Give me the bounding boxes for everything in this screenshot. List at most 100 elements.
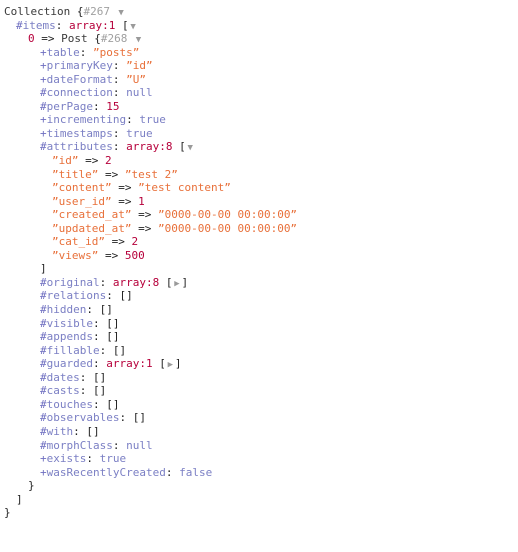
colon: : bbox=[79, 45, 87, 59]
colon: : bbox=[112, 126, 120, 140]
property-value: [] bbox=[93, 370, 107, 384]
open-brace: { bbox=[94, 32, 101, 46]
attributes-property-line: #attributes: array:8 [▼ bbox=[0, 140, 518, 154]
property-sigil: + bbox=[40, 113, 47, 127]
property-sigil: # bbox=[40, 330, 47, 344]
property-value: [] bbox=[112, 343, 127, 357]
colon: : bbox=[99, 275, 107, 289]
colon: : bbox=[86, 452, 93, 466]
open-bracket: [ bbox=[159, 357, 166, 371]
property-name: table bbox=[46, 45, 80, 59]
property-name: dateFormat bbox=[46, 72, 113, 86]
property-name: appends bbox=[46, 330, 93, 344]
property-value: true bbox=[99, 452, 127, 466]
property-sigil: + bbox=[40, 126, 47, 140]
post-object-id: #268 bbox=[100, 32, 128, 46]
property-name: relations bbox=[46, 289, 107, 303]
property-value: false bbox=[179, 465, 213, 479]
open-bracket: [ bbox=[165, 275, 173, 289]
post-object-line: 0 => Post {#268 ▼ bbox=[0, 32, 518, 46]
property-sigil: # bbox=[16, 18, 23, 32]
colon: : bbox=[79, 384, 87, 398]
attribute-value: ”test 2” bbox=[124, 167, 178, 181]
array-type: array:8 bbox=[112, 275, 160, 289]
property-value: [] bbox=[106, 316, 120, 330]
property-sigil: # bbox=[40, 370, 47, 384]
property-value: [] bbox=[119, 289, 133, 303]
property-line: #observables: [] bbox=[0, 411, 518, 425]
var-dump-output: Collection {#267 ▼ #items: array:1 [▼ 0 =>… bbox=[0, 0, 518, 520]
items-property-line: #items: array:1 [▼ bbox=[0, 19, 518, 33]
property-sigil: # bbox=[40, 86, 47, 100]
property-name: primaryKey bbox=[46, 59, 113, 73]
collapse-toggle-attributes[interactable]: ▼ bbox=[186, 142, 195, 156]
attribute-key: ”created_at” bbox=[52, 208, 132, 222]
property-sigil: # bbox=[40, 303, 47, 317]
property-value: null bbox=[126, 86, 153, 100]
colon: : bbox=[112, 59, 120, 73]
attribute-entry-line: ”title” => ”test 2” bbox=[0, 168, 518, 182]
property-sigil: + bbox=[40, 72, 47, 86]
colon: : bbox=[126, 113, 133, 127]
property-value: true bbox=[126, 126, 153, 140]
colon: : bbox=[112, 438, 120, 452]
property-sigil: # bbox=[40, 384, 47, 398]
property-line: +incrementing: true bbox=[0, 113, 518, 127]
property-value: [] bbox=[106, 397, 120, 411]
property-line: #morphClass: null bbox=[0, 439, 518, 453]
colon: : bbox=[119, 411, 127, 425]
property-line: #relations: [] bbox=[0, 289, 518, 303]
close-bracket: ] bbox=[40, 262, 47, 276]
property-name: exists bbox=[46, 452, 87, 466]
open-bracket: [ bbox=[179, 140, 186, 154]
attribute-key: ”cat_id” bbox=[52, 235, 105, 249]
root-object-line: Collection {#267 ▼ bbox=[0, 5, 518, 19]
attribute-entry-line: ”user_id” => 1 bbox=[0, 195, 518, 209]
property-line: #hidden: [] bbox=[0, 303, 518, 317]
property-name: wasRecentlyCreated bbox=[46, 465, 166, 479]
property-name: original bbox=[46, 275, 100, 289]
attribute-value: 2 bbox=[105, 154, 112, 168]
property-line: +wasRecentlyCreated: false bbox=[0, 466, 518, 480]
property-sigil: # bbox=[40, 397, 47, 411]
close-bracket: ] bbox=[181, 275, 189, 289]
arrow: => bbox=[118, 194, 132, 208]
colon: : bbox=[112, 86, 120, 100]
property-value: ”id” bbox=[126, 59, 153, 73]
colon: : bbox=[92, 397, 100, 411]
property-sigil: + bbox=[40, 452, 47, 466]
colon: : bbox=[106, 289, 113, 303]
property-name: guarded bbox=[46, 357, 93, 371]
items-close-line: ] bbox=[0, 493, 518, 507]
property-line: #appends: [] bbox=[0, 330, 518, 344]
close-brace: } bbox=[4, 506, 11, 520]
attribute-entry-line: ”cat_id” => 2 bbox=[0, 235, 518, 249]
property-name: morphClass bbox=[46, 438, 113, 452]
attributes-close-line: ] bbox=[0, 262, 518, 276]
property-name: casts bbox=[46, 384, 80, 398]
array-type: array:1 bbox=[69, 18, 116, 32]
property-line: #touches: [] bbox=[0, 398, 518, 412]
property-value: ”U” bbox=[126, 72, 146, 86]
property-name: connection bbox=[46, 86, 113, 100]
property-name: timestamps bbox=[46, 126, 113, 140]
colon: : bbox=[79, 370, 87, 384]
attribute-entry-line: ”updated_at” => ”0000-00-00 00:00:00” bbox=[0, 222, 518, 236]
expand-toggle-guarded[interactable]: ▶ bbox=[166, 359, 175, 373]
property-line: #perPage: 15 bbox=[0, 100, 518, 114]
arrow: => bbox=[41, 32, 55, 46]
property-name: items bbox=[22, 18, 56, 32]
property-name: with bbox=[46, 424, 74, 438]
property-line: +timestamps: true bbox=[0, 127, 518, 141]
property-line: #fillable: [] bbox=[0, 344, 518, 358]
property-name: dates bbox=[46, 370, 80, 384]
attribute-value: ”test content” bbox=[138, 181, 231, 195]
property-sigil: # bbox=[40, 140, 47, 154]
property-sigil: # bbox=[40, 411, 47, 425]
property-name: hidden bbox=[46, 303, 87, 317]
attribute-value: 500 bbox=[124, 248, 145, 262]
property-line: #original: array:8 [▶] bbox=[0, 276, 518, 290]
arrow: => bbox=[85, 154, 99, 168]
open-bracket: [ bbox=[121, 18, 129, 32]
property-value: [] bbox=[99, 303, 113, 317]
